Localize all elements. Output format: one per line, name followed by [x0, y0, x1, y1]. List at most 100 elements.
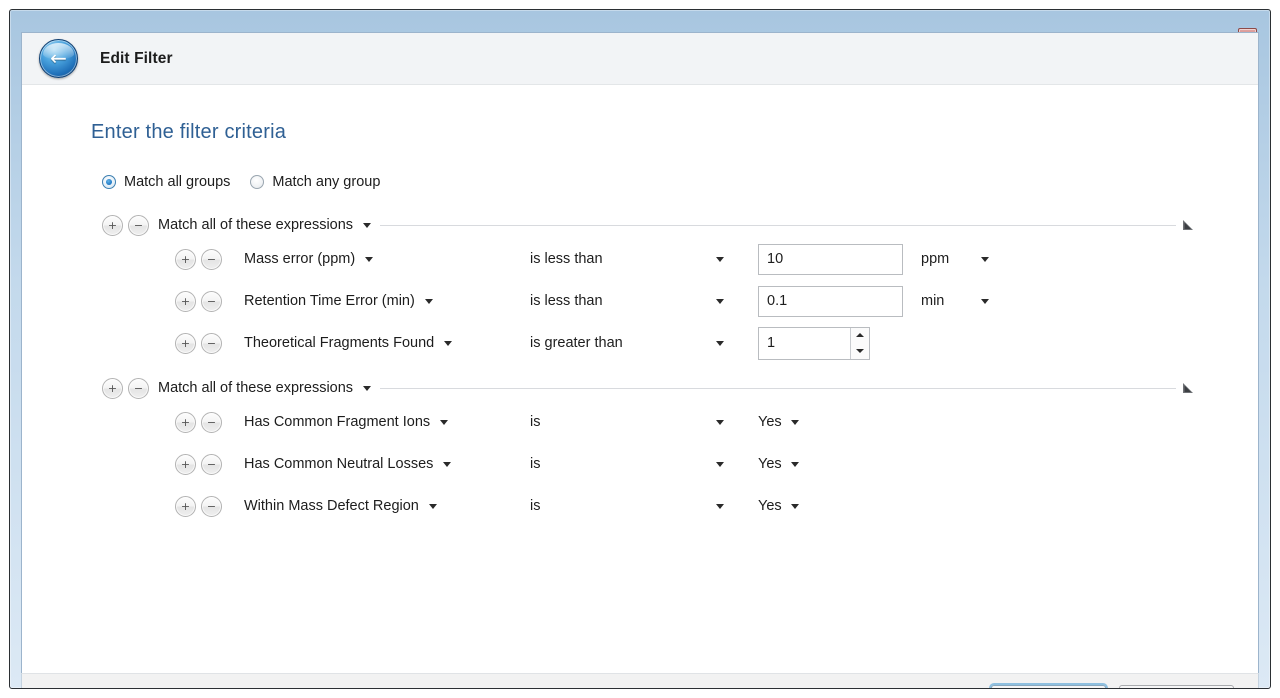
field-chevron-down-icon[interactable] — [443, 462, 451, 467]
value-selector[interactable]: Yes — [758, 456, 799, 472]
operator-label: is greater than — [530, 335, 623, 351]
unit-label: ppm — [921, 251, 965, 267]
expression-row: + − Has Common Neutral Losses is Yes — [22, 443, 1258, 485]
radio-match-all-groups-label: Match all groups — [124, 174, 230, 190]
group-2-label: Match all of these expressions — [158, 380, 353, 396]
expression-row: + − Has Common Fragment Ions is Yes — [22, 401, 1258, 443]
chevron-up-icon — [856, 333, 864, 337]
operator-selector[interactable]: is — [530, 456, 758, 472]
value-selector-label: Yes — [758, 456, 782, 472]
back-button[interactable]: ← — [39, 39, 78, 78]
unit-chevron-down-icon[interactable] — [981, 257, 989, 262]
group-1-resize-grip[interactable] — [1182, 219, 1194, 231]
stepper-input[interactable] — [759, 328, 850, 359]
group-2-remove-button[interactable]: − — [128, 378, 149, 399]
expression-row: + − Within Mass Defect Region is Yes — [22, 485, 1258, 527]
row-remove-button[interactable]: − — [201, 291, 222, 312]
field-selector-label: Theoretical Fragments Found — [244, 335, 434, 351]
radio-match-any-group[interactable]: Match any group — [250, 174, 380, 190]
expression-row: + − Mass error (ppm) is less than ppm — [22, 238, 1258, 280]
row-add-button[interactable]: + — [175, 291, 196, 312]
field-selector[interactable]: Retention Time Error (min) — [244, 293, 530, 309]
row-remove-button[interactable]: − — [201, 412, 222, 433]
field-selector-label: Has Common Neutral Losses — [244, 456, 433, 472]
row-add-button[interactable]: + — [175, 454, 196, 475]
stepper-increment-button[interactable] — [851, 328, 869, 344]
operator-chevron-down-icon[interactable] — [716, 299, 724, 304]
back-arrow-icon: ← — [50, 48, 67, 68]
stepper-decrement-button[interactable] — [851, 343, 869, 359]
operator-label: is less than — [530, 251, 603, 267]
expression-group-2: + − Match all of these expressions — [22, 375, 1258, 527]
value-selector[interactable]: Yes — [758, 498, 799, 514]
group-1-chevron-down-icon[interactable] — [363, 223, 371, 228]
field-selector-label: Has Common Fragment Ions — [244, 414, 430, 430]
value-selector-label: Yes — [758, 498, 782, 514]
value-chevron-down-icon[interactable] — [791, 504, 799, 509]
field-chevron-down-icon[interactable] — [425, 299, 433, 304]
operator-label: is — [530, 456, 540, 472]
value-chevron-down-icon[interactable] — [791, 420, 799, 425]
operator-chevron-down-icon[interactable] — [716, 462, 724, 467]
dialog-body: Enter the filter criteria Match all grou… — [22, 85, 1258, 673]
group-1-header: + − Match all of these expressions — [22, 212, 1258, 238]
row-add-button[interactable]: + — [175, 249, 196, 270]
operator-chevron-down-icon[interactable] — [716, 504, 724, 509]
radio-match-any-group-label: Match any group — [272, 174, 380, 190]
group-2-add-button[interactable]: + — [102, 378, 123, 399]
operator-selector[interactable]: is less than — [530, 251, 758, 267]
desktop-background: ✖ ← Edit Filter Enter the filter criteri… — [0, 0, 1280, 698]
value-stepper[interactable] — [758, 327, 870, 360]
field-chevron-down-icon[interactable] — [440, 420, 448, 425]
next-button[interactable]: Next — [991, 685, 1106, 689]
dialog-page: ← Edit Filter Enter the filter criteria … — [21, 32, 1259, 673]
unit-chevron-down-icon[interactable] — [981, 299, 989, 304]
value-selector-label: Yes — [758, 414, 782, 430]
row-remove-button[interactable]: − — [201, 496, 222, 517]
operator-label: is less than — [530, 293, 603, 309]
group-2-chevron-down-icon[interactable] — [363, 386, 371, 391]
operator-chevron-down-icon[interactable] — [716, 341, 724, 346]
row-add-button[interactable]: + — [175, 412, 196, 433]
field-selector[interactable]: Has Common Fragment Ions — [244, 414, 530, 430]
field-chevron-down-icon[interactable] — [444, 341, 452, 346]
operator-selector[interactable]: is — [530, 498, 758, 514]
value-selector[interactable]: Yes — [758, 414, 799, 430]
radio-match-all-groups[interactable]: Match all groups — [102, 174, 230, 190]
field-selector-label: Within Mass Defect Region — [244, 498, 419, 514]
expression-group-1: + − Match all of these expressions — [22, 212, 1258, 364]
group-2-header: + − Match all of these expressions — [22, 375, 1258, 401]
field-chevron-down-icon[interactable] — [429, 504, 437, 509]
row-remove-button[interactable]: − — [201, 454, 222, 475]
value-input[interactable] — [758, 286, 903, 317]
group-2-resize-grip[interactable] — [1182, 382, 1194, 394]
group-1-label: Match all of these expressions — [158, 217, 353, 233]
field-chevron-down-icon[interactable] — [365, 257, 373, 262]
row-add-button[interactable]: + — [175, 496, 196, 517]
field-selector[interactable]: Within Mass Defect Region — [244, 498, 530, 514]
field-selector[interactable]: Mass error (ppm) — [244, 251, 530, 267]
row-remove-button[interactable]: − — [201, 249, 222, 270]
cancel-button[interactable]: Cancel — [1119, 685, 1234, 689]
value-input[interactable] — [758, 244, 903, 275]
chevron-down-icon — [856, 349, 864, 353]
operator-selector[interactable]: is less than — [530, 293, 758, 309]
row-remove-button[interactable]: − — [201, 333, 222, 354]
group-2-divider — [380, 388, 1176, 389]
match-mode-radio-group: Match all groups Match any group — [102, 174, 380, 190]
operator-chevron-down-icon[interactable] — [716, 257, 724, 262]
group-1-remove-button[interactable]: − — [128, 215, 149, 236]
operator-selector[interactable]: is greater than — [530, 335, 758, 351]
radio-unselected-icon — [250, 175, 264, 189]
operator-selector[interactable]: is — [530, 414, 758, 430]
operator-label: is — [530, 414, 540, 430]
row-add-button[interactable]: + — [175, 333, 196, 354]
field-selector[interactable]: Theoretical Fragments Found — [244, 335, 530, 351]
field-selector[interactable]: Has Common Neutral Losses — [244, 456, 530, 472]
group-1-add-button[interactable]: + — [102, 215, 123, 236]
field-selector-label: Retention Time Error (min) — [244, 293, 415, 309]
operator-label: is — [530, 498, 540, 514]
value-chevron-down-icon[interactable] — [791, 462, 799, 467]
operator-chevron-down-icon[interactable] — [716, 420, 724, 425]
criteria-heading: Enter the filter criteria — [91, 121, 286, 144]
